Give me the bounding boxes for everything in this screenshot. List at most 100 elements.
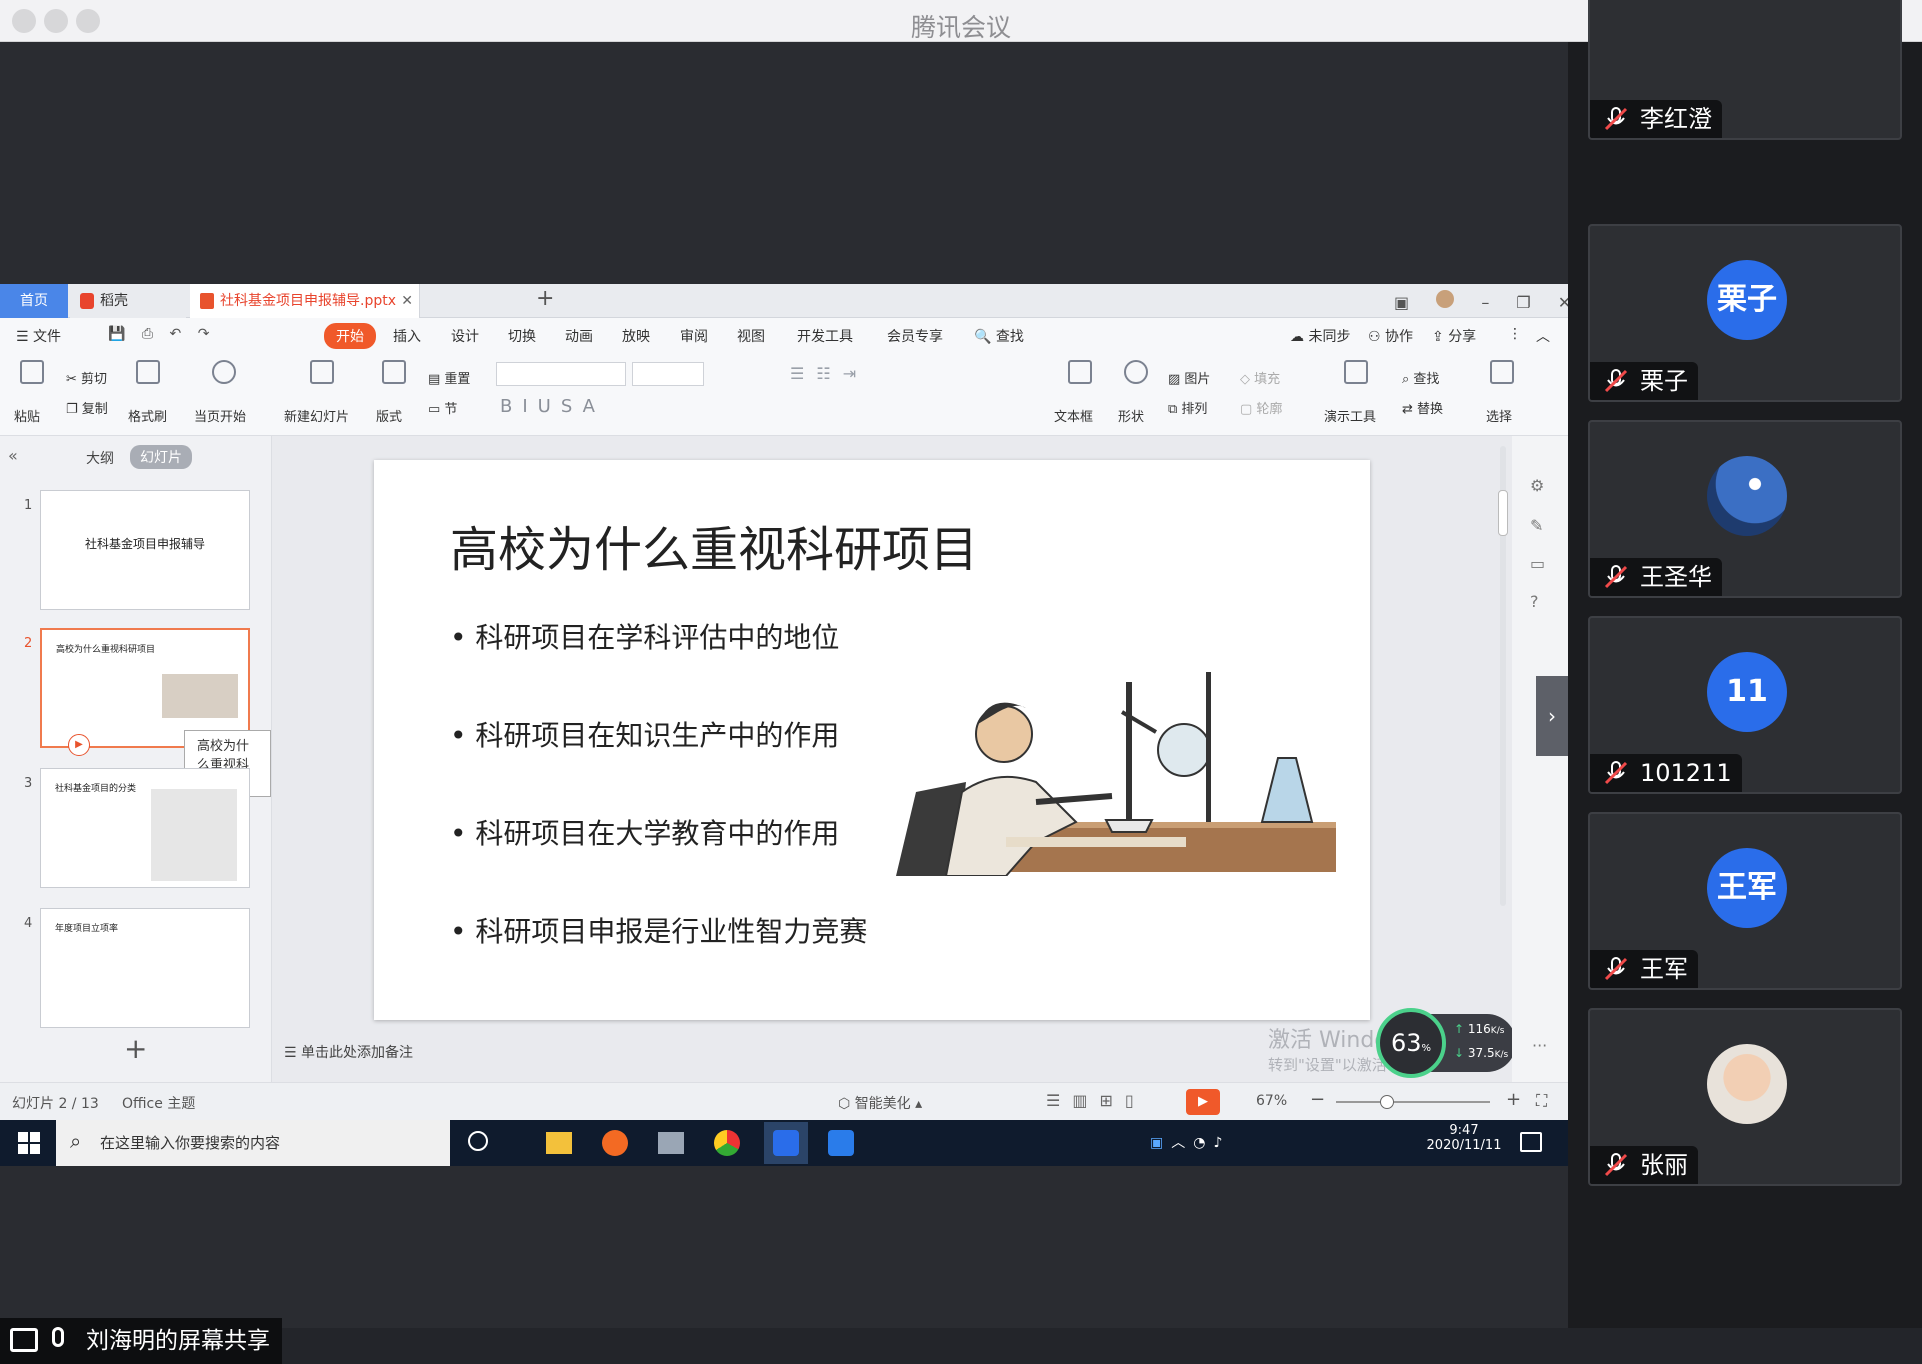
font-color-icon[interactable]: A [583,396,605,417]
vertical-scrollbar[interactable] [1498,446,1508,906]
slide-thumbnail[interactable]: 年度项目立项率 [40,908,250,1028]
tray-network-icon[interactable]: ◔ [1193,1135,1213,1151]
wps-taskbar-icon[interactable] [764,1122,808,1164]
undo-icon[interactable]: ↶ [170,326,182,342]
tab-home[interactable]: 首页 [0,284,68,318]
more-icon[interactable]: ⋮ [1508,326,1522,342]
zoom-in-button[interactable]: + [1506,1089,1521,1110]
tab-daoke[interactable]: 稻壳 [70,284,186,318]
font-size-select[interactable] [632,362,704,386]
slideshow-play-button[interactable]: ▶ [1186,1089,1220,1115]
select-button[interactable]: 选择 [1486,406,1512,425]
participant-tile[interactable]: 栗子 栗子 [1588,224,1902,402]
chrome-icon[interactable] [714,1130,740,1156]
section-button[interactable]: ▭ 节 [428,398,457,417]
scrollbar-thumb[interactable] [1498,490,1508,536]
slide-thumbnail[interactable]: 社科基金项目的分类 [40,768,250,888]
tab-outline[interactable]: 大纲 [86,448,114,468]
shape-button[interactable]: 形状 [1118,406,1144,425]
picture-button[interactable]: ▨ 图片 [1168,368,1210,387]
reading-view-icon[interactable]: ▯ [1125,1091,1146,1110]
menu-member[interactable]: 会员专享 [887,326,943,346]
collapse-panel-icon[interactable]: « [8,446,18,465]
menu-search[interactable]: 🔍 查找 [974,326,1024,346]
slide-bullet[interactable]: • 科研项目在知识生产中的作用 [450,714,839,754]
help-icon[interactable]: ? [1530,592,1539,611]
font-name-select[interactable] [496,362,626,386]
zoom-level[interactable]: 67% [1256,1093,1287,1109]
present-tools-button[interactable]: 演示工具 [1324,406,1376,425]
format-painter-button[interactable]: 格式刷 [128,406,167,425]
format-painter-icon[interactable] [136,360,160,384]
textbox-icon[interactable] [1068,360,1092,384]
meeting-taskbar-icon[interactable] [828,1130,854,1156]
menu-review[interactable]: 审阅 [680,326,708,346]
participant-tile[interactable]: 王军 王军 [1588,812,1902,990]
select-icon[interactable] [1490,360,1514,384]
menu-view[interactable]: 视图 [737,326,765,346]
close-tab-icon[interactable]: ✕ [401,284,413,318]
tab-document[interactable]: 社科基金项目申报辅导.pptx ✕ [190,284,420,318]
normal-view-icon[interactable]: ▥ [1072,1091,1099,1110]
slide-canvas[interactable]: 高校为什么重视科研项目 • 科研项目在学科评估中的地位 • 科研项目在知识生产中… [374,460,1370,1020]
windows-start-icon[interactable] [18,1132,40,1154]
save-icon[interactable]: 💾 [108,326,125,342]
network-monitor-widget[interactable]: 63% ↑ 116K/s ↓ 37.5K/s [1376,1008,1516,1078]
taskbar-clock[interactable]: 9:47 2020/11/11 [1422,1123,1506,1153]
beautify-button[interactable]: ⬡ 智能美化 ▴ [838,1093,922,1113]
menu-transition[interactable]: 切换 [508,326,536,346]
collapse-ribbon-icon[interactable]: ︿ [1536,326,1550,346]
print-icon[interactable]: ⎙ [142,326,153,342]
properties-icon[interactable]: ⚙ [1530,476,1544,495]
redo-icon[interactable]: ↷ [198,326,210,342]
outline-button[interactable]: ▢ 轮廓 [1240,398,1282,417]
zoom-out-button[interactable]: − [1310,1089,1325,1110]
participant-tile[interactable]: 张丽 [1588,1008,1902,1186]
slide-bullet[interactable]: • 科研项目在学科评估中的地位 [450,616,839,656]
restore-icon[interactable]: ❐ [1516,293,1530,312]
menu-file[interactable]: ☰ 文件 [16,326,61,346]
notes-area[interactable]: ☰ 单击此处添加备注 [284,1042,413,1062]
user-avatar[interactable] [1436,290,1455,308]
minimize-icon[interactable]: – [1481,293,1489,312]
menu-animation[interactable]: 动画 [565,326,593,346]
strikethrough-icon[interactable]: S [561,396,583,417]
taskbar-search-box[interactable]: ⌕ 在这里输入你要搜索的内容 [56,1120,450,1166]
menu-unsynced[interactable]: ☁ 未同步 [1290,326,1350,346]
add-slide-button[interactable]: + [124,1032,147,1065]
menu-devtools[interactable]: 开发工具 [797,326,853,346]
pin-icon[interactable]: ✎ [1530,516,1543,535]
textbox-button[interactable]: 文本框 [1054,406,1093,425]
play-icon[interactable] [212,360,236,384]
firefox-icon[interactable] [602,1130,628,1156]
slide-title[interactable]: 高校为什么重视科研项目 [450,510,978,580]
more-options-icon[interactable]: ··· [1532,1036,1547,1055]
from-current-button[interactable]: 当页开始 [194,406,246,425]
slide-bullet[interactable]: • 科研项目在大学教育中的作用 [450,812,839,852]
fill-button[interactable]: ◇ 填充 [1240,368,1280,387]
indent-icon[interactable]: ⇥ [843,364,868,383]
menu-collab[interactable]: ⚇ 协作 [1368,326,1413,346]
bullets-icon[interactable]: ☰ [790,364,816,383]
participant-tile[interactable]: 11 101211 [1588,616,1902,794]
tray-volume-icon[interactable]: ♪ [1213,1135,1230,1151]
app-icon[interactable] [658,1132,684,1154]
shape-icon[interactable] [1124,360,1148,384]
underline-icon[interactable]: U [538,396,561,417]
italic-icon[interactable]: I [522,396,537,417]
notification-icon[interactable] [1520,1132,1542,1152]
slide-bullet[interactable]: • 科研项目申报是行业性智力竞赛 [450,910,867,950]
bold-icon[interactable]: B [500,396,522,417]
scientist-illustration[interactable] [886,672,1342,876]
zoom-slider-handle[interactable] [1380,1095,1394,1109]
file-explorer-icon[interactable] [546,1132,572,1154]
numbering-icon[interactable]: ☷ [816,364,842,383]
tab-slides[interactable]: 幻灯片 [130,445,192,469]
tray-app-icon[interactable]: ▣ [1150,1135,1171,1151]
layout-icon-ribbon[interactable] [382,360,406,384]
thumb-play-icon[interactable]: ▶ [68,734,90,756]
participant-tile[interactable]: 李红澄 [1588,0,1902,140]
participant-tile[interactable]: 王圣华 [1588,420,1902,598]
copy-button[interactable]: ❐ 复制 [66,398,108,417]
menu-share[interactable]: ⇪ 分享 [1432,326,1476,346]
